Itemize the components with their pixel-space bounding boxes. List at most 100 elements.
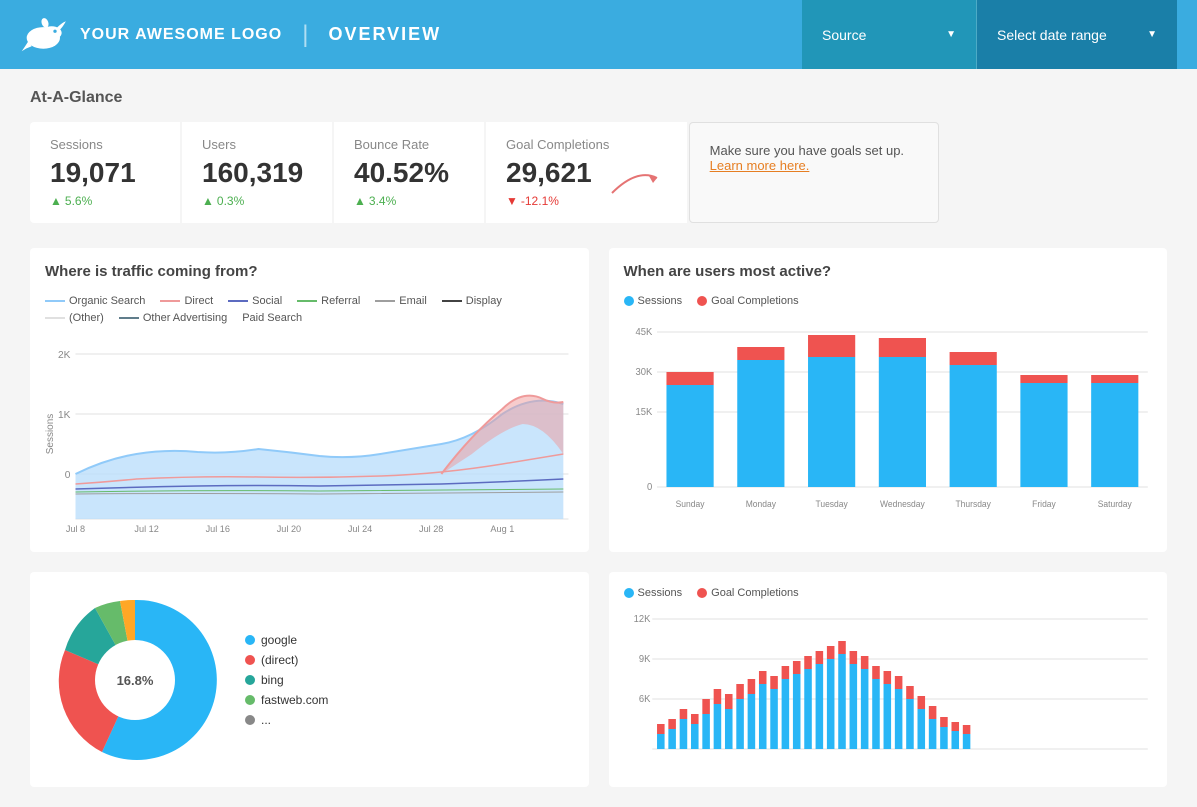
pie-legend-direct: (direct) (245, 653, 328, 667)
main-content: At-A-Glance Sessions 19,071 ▲ 5.6% Users… (0, 69, 1197, 807)
legend-direct: Direct (160, 295, 213, 307)
bar-friday-sessions (1020, 383, 1067, 487)
goals-label: Goal Completions (506, 137, 667, 152)
page-title: OVERVIEW (328, 24, 802, 45)
sessions-change: ▲ 5.6% (50, 194, 160, 208)
whale-icon (20, 15, 70, 55)
svg-text:Jul 24: Jul 24 (348, 524, 372, 534)
svg-text:Thursday: Thursday (955, 499, 991, 509)
pie-direct-dot (245, 655, 255, 665)
glance-card-users: Users 160,319 ▲ 0.3% (182, 122, 332, 223)
bounce-change: ▲ 3.4% (354, 194, 464, 208)
bar-monday-sessions (737, 360, 784, 487)
svg-text:Sunday: Sunday (675, 499, 704, 509)
date-range-dropdown-arrow: ▼ (1147, 29, 1157, 40)
sessions-value: 19,071 (50, 157, 160, 189)
glance-card-bounce: Bounce Rate 40.52% ▲ 3.4% (334, 122, 484, 223)
legend-email: Email (375, 295, 427, 307)
legend-organic: Organic Search (45, 295, 145, 307)
svg-text:15K: 15K (635, 407, 652, 418)
legend-social: Social (228, 295, 282, 307)
sessions-label: Sessions (50, 137, 160, 152)
svg-text:Jul 16: Jul 16 (206, 524, 230, 534)
svg-text:Saturday: Saturday (1097, 499, 1132, 509)
svg-text:Monday: Monday (745, 499, 776, 509)
pie-fastweb-dot (245, 695, 255, 705)
activity-legend-sessions: Sessions (624, 295, 683, 307)
legend-other: (Other) (45, 312, 104, 324)
goal-notice-text: Make sure you have goals set up. (710, 143, 918, 158)
pie-google-dot (245, 635, 255, 645)
svg-text:45K: 45K (635, 327, 652, 338)
glance-card-sessions: Sessions 19,071 ▲ 5.6% (30, 122, 180, 223)
header-divider: | (302, 21, 308, 49)
line-chart-container: 2K 1K 0 Sessions (45, 334, 574, 537)
logo-text: YOUR AWESOME LOGO (80, 26, 282, 44)
goal-trend-arrow (607, 163, 667, 203)
pie-chart-panel: 16.8% google (direct) bing fastweb.com (30, 572, 589, 787)
svg-text:Sessions: Sessions (45, 414, 56, 455)
bar-friday-goals (1020, 375, 1067, 383)
svg-text:12K: 12K (633, 614, 650, 625)
pie-legend-google: google (245, 633, 328, 647)
hourly-goals-dot (697, 588, 707, 598)
svg-text:Wednesday: Wednesday (880, 499, 925, 509)
activity-goals-dot (697, 296, 707, 306)
bar-wednesday-goals (878, 338, 925, 357)
pie-legend: google (direct) bing fastweb.com ... (245, 633, 328, 727)
bottom-row: 16.8% google (direct) bing fastweb.com (30, 572, 1167, 787)
pie-legend-bing: bing (245, 673, 328, 687)
header-controls: Source ▼ Select date range ▼ (802, 0, 1177, 69)
traffic-chart-title: Where is traffic coming from? (45, 263, 574, 280)
svg-text:Jul 12: Jul 12 (134, 524, 158, 534)
pie-chart-svg: 16.8% (45, 590, 225, 770)
goals-value: 29,621 (506, 157, 592, 189)
line-chart-svg: 2K 1K 0 Sessions (45, 334, 574, 534)
legend-other-adv-line (119, 317, 139, 319)
bar-thursday-goals (949, 352, 996, 365)
activity-sessions-dot (624, 296, 634, 306)
logo: YOUR AWESOME LOGO (20, 15, 282, 55)
goals-change: ▼ -12.1% (506, 194, 592, 208)
users-value: 160,319 (202, 157, 312, 189)
hourly-legend-goals: Goal Completions (697, 587, 798, 599)
at-a-glance-section: At-A-Glance Sessions 19,071 ▲ 5.6% Users… (30, 89, 1167, 223)
source-dropdown[interactable]: Source ▼ (802, 0, 977, 69)
hourly-chart-svg: 12K 9K 6K (624, 609, 1153, 769)
activity-chart-title: When are users most active? (624, 263, 1153, 280)
svg-text:Jul 20: Jul 20 (277, 524, 301, 534)
bounce-change-arrow: ▲ (354, 194, 366, 208)
svg-text:6K: 6K (638, 694, 650, 705)
bounce-label: Bounce Rate (354, 137, 464, 152)
legend-email-line (375, 300, 395, 302)
legend-direct-line (160, 300, 180, 302)
goal-notice-card: Make sure you have goals set up. Learn m… (689, 122, 939, 223)
bar-tuesday-goals (808, 335, 855, 357)
sessions-change-arrow: ▲ (50, 194, 62, 208)
svg-text:16.8%: 16.8% (117, 673, 154, 688)
bar-sunday-sessions (666, 385, 713, 487)
glance-cards-row: Sessions 19,071 ▲ 5.6% Users 160,319 ▲ 0… (30, 122, 1167, 223)
pie-legend-fastweb: fastweb.com (245, 693, 328, 707)
legend-social-line (228, 300, 248, 302)
bar-sunday-goals (666, 372, 713, 385)
legend-other-line (45, 317, 65, 319)
svg-text:Jul 28: Jul 28 (419, 524, 443, 534)
legend-paid: Paid Search (242, 312, 302, 324)
legend-referral-line (297, 300, 317, 302)
bar-saturday-goals (1091, 375, 1138, 383)
svg-text:9K: 9K (638, 654, 650, 665)
legend-referral: Referral (297, 295, 360, 307)
bar-saturday-sessions (1091, 383, 1138, 487)
source-dropdown-arrow: ▼ (946, 29, 956, 40)
pie-legend-more: ... (245, 713, 328, 727)
learn-more-link[interactable]: Learn more here. (710, 158, 810, 173)
traffic-legend: Organic Search Direct Social Referral Em… (45, 295, 574, 324)
header: YOUR AWESOME LOGO | OVERVIEW Source ▼ Se… (0, 0, 1197, 69)
bounce-value: 40.52% (354, 157, 464, 189)
pie-bing-dot (245, 675, 255, 685)
date-range-dropdown[interactable]: Select date range ▼ (977, 0, 1177, 69)
hourly-sessions-dot (624, 588, 634, 598)
svg-text:Tuesday: Tuesday (815, 499, 848, 509)
bar-chart-svg: 45K 30K 15K 0 (624, 317, 1153, 527)
